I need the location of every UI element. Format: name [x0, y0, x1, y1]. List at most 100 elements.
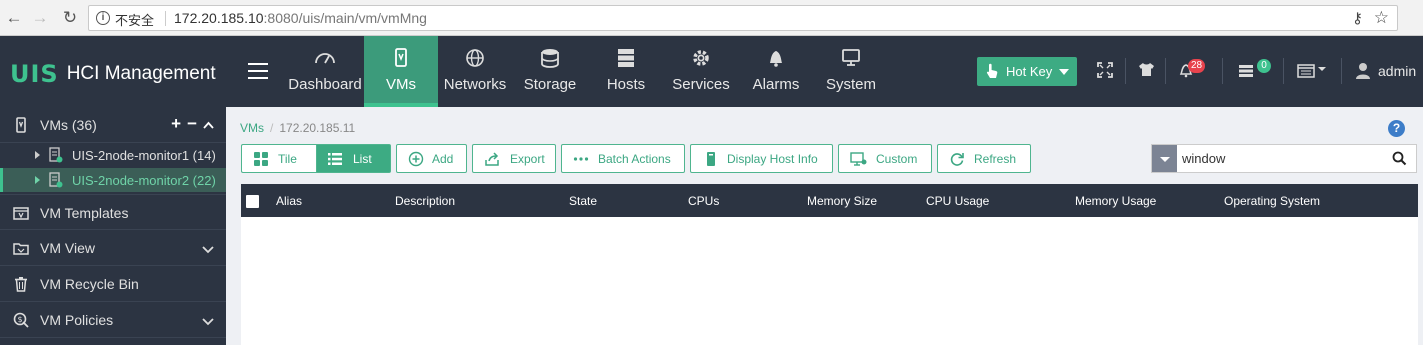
column-header-cpus[interactable]: CPUs: [688, 194, 719, 208]
task-list-icon[interactable]: [1238, 64, 1254, 80]
table-header: Alias Description State CPUs Memory Size…: [241, 184, 1418, 217]
sidebar-item-label: UIS-2node-monitor2 (22): [72, 173, 216, 188]
search-filter-dropdown[interactable]: [1152, 145, 1177, 172]
shirt-icon[interactable]: [1138, 62, 1155, 80]
sidebar-cluster-item[interactable]: UIS-2node-monitor1 (14): [0, 143, 226, 167]
display-host-info-button[interactable]: Display Host Info: [690, 144, 833, 173]
sidebar-item-label: VM Templates: [40, 205, 129, 221]
plus-circle-icon: [408, 151, 424, 170]
nav-services[interactable]: Services: [666, 36, 736, 107]
nav-alarms[interactable]: Alarms: [746, 36, 806, 107]
logo-mark: UIS: [10, 60, 59, 88]
column-header-memory-size[interactable]: Memory Size: [807, 194, 877, 208]
sidebar-item-vm-templates[interactable]: VM Templates: [0, 194, 226, 230]
logo-text: HCI Management: [66, 63, 216, 84]
gear-icon: [666, 48, 736, 70]
nav-label: Networks: [443, 76, 507, 93]
fullscreen-icon[interactable]: [1097, 62, 1113, 81]
chevron-up-icon[interactable]: [203, 114, 214, 133]
breadcrumb-current: 172.20.185.11: [279, 121, 356, 135]
monitor-icon: [820, 48, 882, 70]
chevron-down-icon[interactable]: [202, 314, 214, 329]
header-divider: [1341, 58, 1342, 84]
hotkey-label: Hot Key: [1006, 64, 1053, 79]
main-content: VMs / 172.20.185.11 ? Tile List Add Export…: [226, 107, 1423, 345]
column-header-operating-system[interactable]: Operating System: [1224, 194, 1320, 208]
monitor-settings-icon: [850, 151, 868, 170]
info-icon[interactable]: i: [96, 11, 110, 25]
add-cluster-icon[interactable]: +: [171, 114, 181, 133]
sidebar: VMs (36) + − UIS-2node-monitor1 (14) UIS-…: [0, 107, 226, 345]
reload-icon[interactable]: ↻: [60, 8, 80, 28]
window-layout-icon[interactable]: [1297, 64, 1327, 81]
search-icon[interactable]: [1392, 151, 1407, 169]
column-header-alias[interactable]: Alias: [276, 194, 302, 208]
sidebar-item-label: VM Policies: [40, 312, 114, 328]
folder-icon: [13, 240, 29, 256]
refresh-button[interactable]: Refresh: [937, 144, 1031, 173]
host-server-icon: [49, 172, 63, 188]
sidebar-item-vm-recycle-bin[interactable]: VM Recycle Bin: [0, 266, 226, 302]
button-label: Tile: [278, 152, 297, 166]
app-logo: UIS HCI Management: [10, 60, 216, 88]
search-input[interactable]: [1182, 149, 1382, 168]
task-count-badge: 0: [1257, 59, 1271, 73]
alarm-count-badge: 28: [1188, 59, 1206, 73]
nav-storage[interactable]: Storage: [516, 36, 584, 107]
breadcrumb-root-link[interactable]: VMs: [240, 121, 264, 135]
list-view-button[interactable]: List: [316, 144, 391, 173]
bookmark-star-icon[interactable]: ☆: [1374, 8, 1389, 28]
button-label: List: [353, 152, 372, 166]
url-text[interactable]: 172.20.185.10:8080/uis/main/vm/vmMng: [174, 10, 427, 26]
forward-arrow-icon[interactable]: →: [30, 8, 50, 28]
tile-view-button[interactable]: Tile: [241, 144, 317, 173]
add-button[interactable]: Add: [396, 144, 467, 173]
button-label: Batch Actions: [598, 152, 671, 166]
refresh-icon: [949, 151, 965, 170]
column-header-memory-usage[interactable]: Memory Usage: [1075, 194, 1156, 208]
column-header-cpu-usage[interactable]: CPU Usage: [926, 194, 989, 208]
remove-cluster-icon[interactable]: −: [187, 114, 197, 133]
hotkey-button[interactable]: Hot Key: [977, 57, 1077, 86]
help-icon[interactable]: ?: [1388, 120, 1405, 137]
sidebar-cluster-item-selected[interactable]: UIS-2node-monitor2 (22): [0, 168, 226, 192]
column-header-state[interactable]: State: [569, 194, 597, 208]
user-icon[interactable]: [1355, 62, 1371, 82]
custom-button[interactable]: Custom: [838, 144, 932, 173]
nav-label: VMs: [386, 76, 416, 93]
security-label: 不安全: [115, 13, 155, 28]
expand-triangle-icon[interactable]: [35, 176, 40, 184]
menu-toggle-icon[interactable]: [248, 63, 268, 79]
more-dots-icon: [573, 151, 589, 170]
address-bar[interactable]: i 不安全 172.20.185.10:8080/uis/main/vm/vmM…: [88, 5, 1398, 31]
nav-label: Storage: [523, 76, 577, 93]
nav-hosts[interactable]: Hosts: [596, 36, 656, 107]
export-button[interactable]: Export: [472, 144, 556, 173]
select-all-checkbox[interactable]: [246, 195, 259, 208]
search-box: [1151, 144, 1417, 173]
header-divider: [1165, 58, 1166, 84]
back-arrow-icon[interactable]: ←: [4, 8, 24, 28]
sidebar-item-vms[interactable]: VMs (36) + −: [0, 107, 226, 143]
nav-networks[interactable]: Networks: [440, 36, 510, 107]
header-divider: [1222, 58, 1223, 84]
chevron-down-icon[interactable]: [202, 242, 214, 257]
expand-triangle-icon[interactable]: [35, 151, 40, 159]
sidebar-item-label: VM Recycle Bin: [40, 276, 139, 292]
button-label: Add: [432, 152, 454, 166]
username-label[interactable]: admin: [1378, 63, 1416, 79]
bell-icon: [746, 48, 806, 70]
key-icon[interactable]: ⚷: [1352, 9, 1363, 27]
nav-dashboard[interactable]: Dashboard: [286, 36, 364, 107]
breadcrumb: VMs / 172.20.185.11: [240, 121, 355, 135]
column-header-description[interactable]: Description: [395, 194, 455, 208]
device-icon: [703, 151, 719, 170]
button-label: Refresh: [974, 152, 1017, 166]
nav-system[interactable]: System: [820, 36, 882, 107]
nav-label: Services: [672, 76, 730, 93]
sidebar-item-vm-policies[interactable]: $ VM Policies: [0, 302, 226, 338]
sidebar-item-vm-view[interactable]: VM View: [0, 230, 226, 266]
nav-vms[interactable]: VMs: [364, 36, 438, 114]
batch-actions-button[interactable]: Batch Actions: [561, 144, 685, 173]
gauge-icon: [286, 48, 364, 70]
